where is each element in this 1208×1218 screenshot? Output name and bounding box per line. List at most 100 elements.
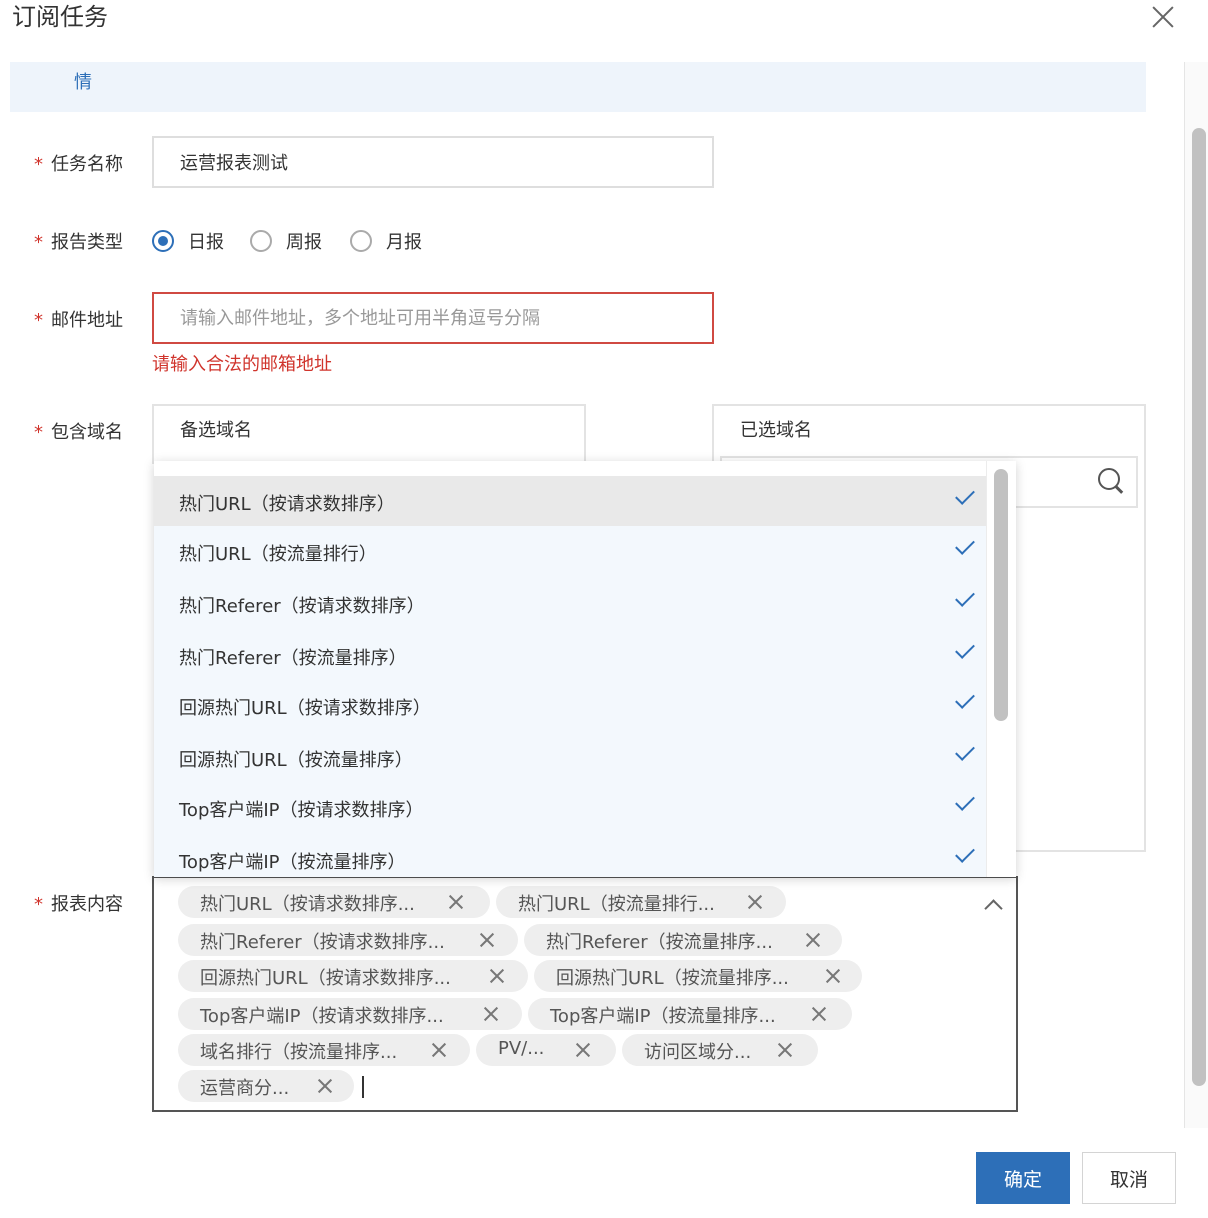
task-name-label-text: 任务名称 [51,154,123,175]
check-icon [955,843,975,863]
dropdown-option[interactable]: 热门URL（按请求数排序） [154,476,986,528]
radio-checked-icon [152,230,174,252]
email-label: * 邮件地址 [34,306,123,332]
radio-daily-label: 日报 [188,232,224,253]
text-cursor [362,1076,364,1098]
tag-label: Top客户端IP（按请求数排序... [200,1006,444,1027]
tag-label: Top客户端IP（按流量排序... [550,1006,776,1027]
content-tag: Top客户端IP（按请求数排序... [178,998,522,1030]
content-tag: 运营商分... [178,1070,354,1102]
content-tag: 回源热门URL（按流量排序... [534,960,862,992]
tag-close-icon[interactable] [777,1042,793,1058]
tag-close-icon[interactable] [489,968,505,984]
tag-label: 访问区域分... [644,1042,752,1063]
check-icon [955,535,975,555]
required-mark: * [34,310,43,331]
dialog-title: 订阅任务 [12,3,108,31]
dropdown-option[interactable]: Top客户端IP（按流量排序） [154,834,986,877]
content-tag: Top客户端IP（按流量排序... [528,998,852,1030]
content-tag: 热门URL（按请求数排序... [178,886,490,918]
tag-close-icon[interactable] [811,1006,827,1022]
dropdown-option-label: Top客户端IP（按流量排序） [179,852,406,873]
tag-label: PV/... [498,1038,545,1059]
task-name-input[interactable] [152,136,714,188]
dropdown-option[interactable]: 热门Referer（按流量排序） [154,630,986,682]
tag-close-icon[interactable] [479,932,495,948]
report-content-label-text: 报表内容 [51,894,123,915]
dropdown-option-label: 回源热门URL（按请求数排序） [179,698,431,719]
required-mark: * [34,154,43,175]
check-icon [955,741,975,761]
chevron-up-icon[interactable] [984,896,1002,914]
selected-domains-title: 已选域名 [740,420,812,441]
check-icon [955,689,975,709]
notice-banner: 情 [10,62,1146,112]
tag-close-icon[interactable] [448,894,464,910]
tag-label: 热门Referer（按请求数排序... [200,932,445,953]
dropdown-option-label: 热门URL（按流量排行） [179,544,377,565]
tag-close-icon[interactable] [747,894,763,910]
check-icon [955,791,975,811]
radio-unchecked-icon [250,230,272,252]
check-icon [955,639,975,659]
tag-close-icon[interactable] [805,932,821,948]
dropdown-option-label: 回源热门URL（按流量排序） [179,750,413,771]
content-tag: 访问区域分... [622,1034,818,1066]
required-mark: * [34,422,43,443]
dropdown-option[interactable]: 回源热门URL（按流量排序） [154,732,986,784]
report-content-dropdown: 热门URL（按请求数排序） 热门URL（按流量排行） 热门Referer（按请求… [154,461,1016,877]
dropdown-option-label: 热门URL（按请求数排序） [179,494,395,515]
content-tag: 回源热门URL（按请求数排序... [178,960,528,992]
tag-close-icon[interactable] [483,1006,499,1022]
domains-label: * 包含域名 [34,418,123,444]
dropdown-scrollbar-thumb[interactable] [994,469,1008,721]
radio-weekly[interactable]: 周报 [250,228,322,254]
dropdown-option[interactable]: 热门URL（按流量排行） [154,526,986,578]
available-domains-title: 备选域名 [180,420,252,441]
check-icon [955,587,975,607]
radio-monthly-label: 月报 [386,232,422,253]
content-tag: 热门URL（按流量排行... [496,886,786,918]
radio-monthly[interactable]: 月报 [350,228,422,254]
radio-daily[interactable]: 日报 [152,228,224,254]
tag-label: 热门URL（按流量排行... [518,894,715,915]
radio-unchecked-icon [350,230,372,252]
tag-label: 运营商分... [200,1078,290,1099]
content-tag: 域名排行（按流量排序... [178,1034,470,1066]
content-tag: 热门Referer（按流量排序... [524,924,842,956]
tag-label: 回源热门URL（按请求数排序... [200,968,451,989]
dropdown-option[interactable]: 热门Referer（按请求数排序） [154,578,986,630]
search-icon[interactable] [1096,466,1126,496]
radio-weekly-label: 周报 [286,232,322,253]
dropdown-option-label: Top客户端IP（按请求数排序） [179,800,424,821]
task-name-label: * 任务名称 [34,150,123,176]
report-type-label-text: 报告类型 [51,232,123,253]
tag-close-icon[interactable] [575,1042,591,1058]
report-type-label: * 报告类型 [34,228,123,254]
confirm-button[interactable]: 确定 [976,1152,1070,1204]
dropdown-option[interactable]: 回源热门URL（按请求数排序） [154,680,986,732]
tag-close-icon[interactable] [825,968,841,984]
tag-close-icon[interactable] [431,1042,447,1058]
required-mark: * [34,894,43,915]
domains-label-text: 包含域名 [51,422,123,443]
tag-label: 热门URL（按请求数排序... [200,894,415,915]
notice-text: 情 [74,72,92,93]
content-tag: PV/... [476,1034,616,1066]
required-mark: * [34,232,43,253]
email-label-text: 邮件地址 [51,310,123,331]
tag-label: 热门Referer（按流量排序... [546,932,773,953]
dropdown-option[interactable]: Top客户端IP（按请求数排序） [154,782,986,834]
report-content-label: * 报表内容 [34,890,123,916]
email-error-message: 请输入合法的邮箱地址 [152,354,332,375]
close-icon[interactable] [1148,2,1178,32]
dialog-scrollbar-thumb[interactable] [1192,128,1206,1086]
cancel-button[interactable]: 取消 [1082,1152,1176,1204]
dropdown-option-label: 热门Referer（按流量排序） [179,648,407,669]
content-tag: 热门Referer（按请求数排序... [178,924,518,956]
tag-label: 域名排行（按流量排序... [200,1042,398,1063]
email-input[interactable] [152,292,714,344]
tag-label: 回源热门URL（按流量排序... [556,968,789,989]
tag-close-icon[interactable] [317,1078,333,1094]
check-icon [955,485,975,505]
